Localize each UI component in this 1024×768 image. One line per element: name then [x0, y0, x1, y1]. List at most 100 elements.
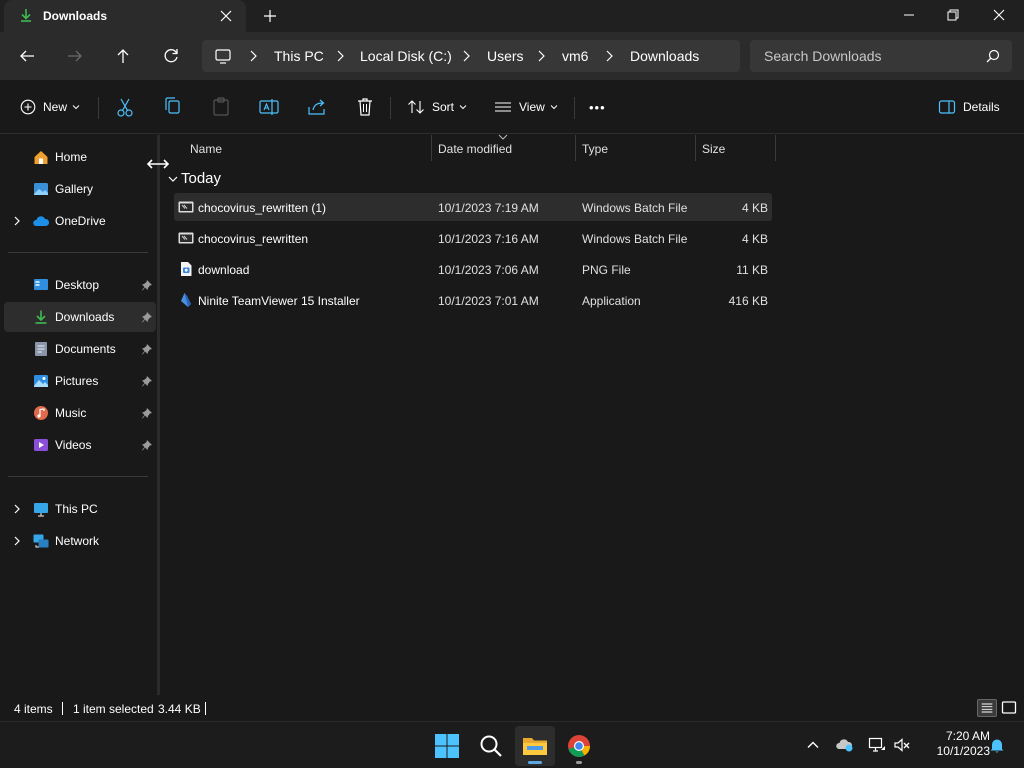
file-row[interactable]: chocovirus_rewritten 10/1/2023 7:16 AM W… — [174, 224, 772, 252]
sidebar-item-home[interactable]: Home — [4, 142, 156, 172]
sort-descending-icon — [498, 134, 508, 140]
share-icon[interactable] — [306, 95, 328, 119]
taskbar-file-explorer[interactable] — [515, 726, 555, 766]
large-icons-view-icon[interactable] — [999, 699, 1019, 717]
navigation-pane: Home Gallery OneDrive Desktop Downloads — [0, 135, 158, 695]
file-date: 10/1/2023 7:06 AM — [438, 263, 539, 277]
onedrive-tray-icon[interactable] — [836, 736, 854, 754]
taskbar-search-button[interactable] — [471, 726, 511, 766]
refresh-icon[interactable] — [159, 44, 183, 68]
sidebar-item-documents[interactable]: Documents — [4, 334, 156, 364]
chevron-down-icon[interactable] — [168, 175, 178, 183]
sort-label: Sort — [432, 100, 455, 114]
address-bar[interactable]: This PC Local Disk (C:) Users vm6 Downlo… — [202, 40, 740, 72]
notification-bell-icon[interactable] — [988, 736, 1006, 754]
network-tray-icon[interactable] — [868, 736, 886, 754]
file-name: download — [198, 263, 250, 277]
breadcrumb-downloads[interactable]: Downloads — [630, 48, 699, 64]
chevron-right-icon — [337, 50, 344, 62]
videos-icon — [34, 439, 48, 451]
view-label: View — [519, 100, 545, 114]
sidebar-item-desktop[interactable]: Desktop — [4, 270, 156, 300]
taskbar: 7:20 AM 10/1/2023 — [0, 721, 1024, 768]
new-tab-button[interactable] — [258, 6, 282, 26]
sidebar-item-videos[interactable]: Videos — [4, 430, 156, 460]
this-pc-icon — [34, 503, 48, 517]
column-header-label: Date modified — [438, 142, 513, 156]
system-clock[interactable]: 7:20 AM 10/1/2023 — [916, 729, 990, 759]
start-button[interactable] — [427, 726, 467, 766]
chevron-right-icon[interactable] — [12, 216, 22, 226]
view-button[interactable]: View — [494, 95, 558, 119]
file-row[interactable]: download 10/1/2023 7:06 AM PNG File 11 K… — [174, 255, 772, 283]
file-row[interactable]: Ninite TeamViewer 15 Installer 10/1/2023… — [174, 286, 772, 314]
cut-icon[interactable] — [114, 95, 136, 119]
pictures-icon — [34, 375, 48, 387]
column-header-size[interactable]: Size — [696, 135, 776, 161]
see-more-button[interactable]: ••• — [589, 95, 606, 119]
group-header-today[interactable]: Today — [181, 170, 221, 187]
taskbar-chrome[interactable] — [559, 726, 599, 766]
column-header-label: Size — [702, 142, 726, 156]
onedrive-icon — [33, 216, 49, 226]
new-button[interactable]: New — [20, 95, 80, 119]
back-arrow-icon[interactable] — [15, 44, 39, 68]
sidebar-item-onedrive[interactable]: OneDrive — [4, 206, 156, 236]
command-bar: New Sort View ••• Details — [0, 80, 1024, 134]
file-size: 4 KB — [741, 201, 768, 215]
tab-downloads[interactable]: Downloads — [4, 0, 246, 32]
volume-muted-icon[interactable] — [893, 736, 911, 754]
column-header-label: Name — [190, 142, 223, 156]
sidebar-label: Music — [55, 406, 87, 420]
forward-arrow-icon[interactable] — [63, 44, 87, 68]
copy-icon[interactable] — [162, 95, 184, 119]
search-box[interactable]: Search Downloads — [750, 40, 1012, 72]
clock-date: 10/1/2023 — [936, 744, 990, 758]
chevron-up-icon[interactable] — [804, 736, 822, 754]
search-icon — [986, 49, 1000, 63]
sort-button[interactable]: Sort — [407, 95, 467, 119]
file-row[interactable]: chocovirus_rewritten (1) 10/1/2023 7:19 … — [174, 193, 772, 221]
chevron-right-icon[interactable] — [12, 536, 22, 546]
paste-icon[interactable] — [210, 95, 232, 119]
delete-icon[interactable] — [354, 95, 376, 119]
minimize-button[interactable] — [886, 0, 932, 32]
more-options-icon: ••• — [589, 99, 606, 115]
breadcrumb-local-disk[interactable]: Local Disk (C:) — [360, 48, 452, 64]
restore-button[interactable] — [930, 0, 976, 32]
selection-size: 3.44 KB — [158, 702, 201, 716]
pin-icon — [142, 344, 152, 355]
sidebar-item-network[interactable]: Network — [4, 526, 156, 556]
breadcrumb-this-pc[interactable]: This PC — [274, 48, 324, 64]
details-view-icon[interactable] — [977, 699, 997, 717]
file-size: 416 KB — [728, 294, 768, 308]
sidebar-item-pictures[interactable]: Pictures — [4, 366, 156, 396]
column-header-type[interactable]: Type — [576, 135, 696, 161]
sidebar-item-gallery[interactable]: Gallery — [4, 174, 156, 204]
gallery-icon — [34, 183, 48, 195]
file-type: Windows Batch File — [582, 201, 688, 215]
sidebar-item-music[interactable]: Music — [4, 398, 156, 428]
sidebar-item-downloads[interactable]: Downloads — [4, 302, 156, 332]
sidebar-item-this-pc[interactable]: This PC — [4, 494, 156, 524]
sidebar-divider — [8, 252, 148, 253]
monitor-icon — [215, 49, 231, 64]
new-label: New — [43, 100, 68, 114]
chevron-right-icon[interactable] — [12, 504, 22, 514]
rename-icon[interactable] — [258, 95, 280, 119]
up-arrow-icon[interactable] — [111, 44, 135, 68]
tab-title: Downloads — [43, 9, 108, 23]
details-pane-button[interactable]: Details — [938, 95, 1000, 119]
file-type: Application — [582, 294, 641, 308]
folder-icon — [523, 738, 547, 755]
breadcrumb-users[interactable]: Users — [487, 48, 524, 64]
pin-icon — [142, 408, 152, 419]
home-icon — [34, 151, 48, 164]
close-window-button[interactable] — [976, 0, 1022, 32]
close-tab-icon[interactable] — [216, 6, 236, 26]
file-date: 10/1/2023 7:19 AM — [438, 201, 539, 215]
column-header-name[interactable]: Name — [184, 135, 432, 161]
download-arrow-icon — [21, 9, 31, 22]
toolbar-divider — [98, 97, 99, 119]
breadcrumb-vm6[interactable]: vm6 — [562, 48, 588, 64]
